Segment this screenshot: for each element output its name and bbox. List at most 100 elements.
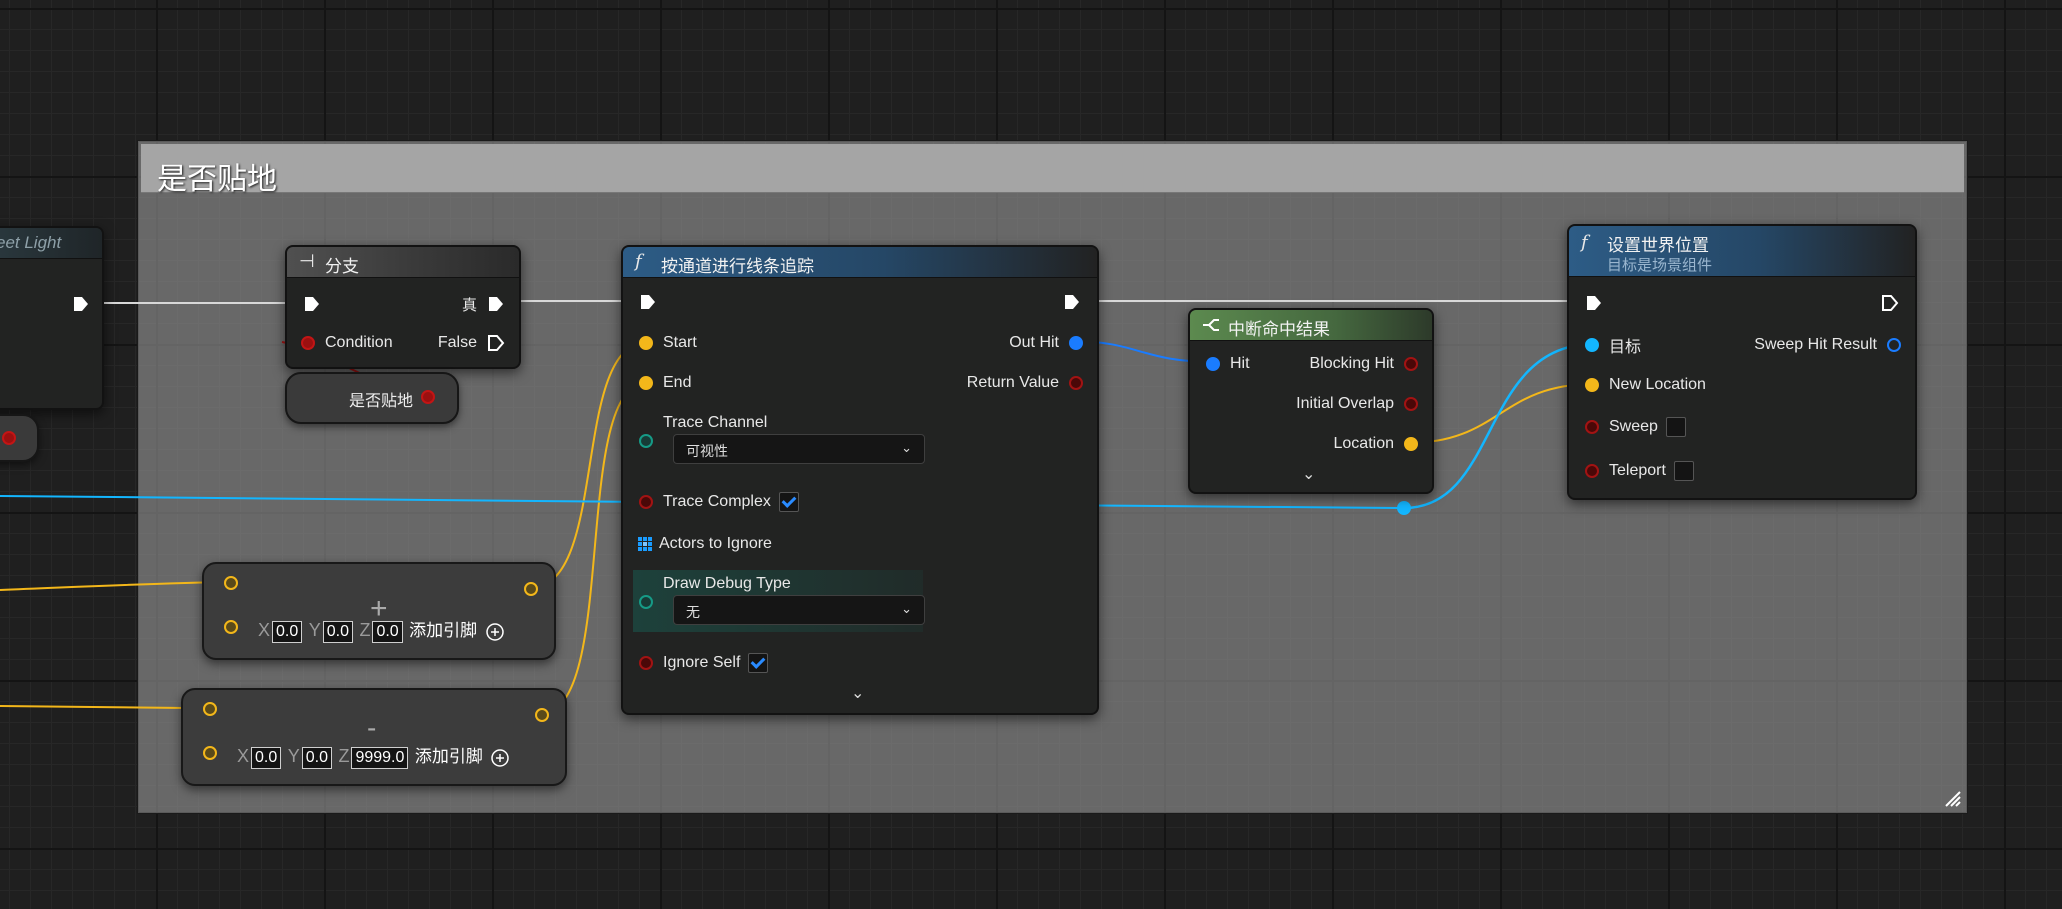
trace-complex-pin[interactable]: [639, 495, 653, 509]
sweep-hit-result-row[interactable]: Sweep Hit Result: [1754, 333, 1901, 357]
break-hit-header[interactable]: 中断命中结果: [1190, 310, 1432, 341]
false-label: False: [437, 334, 477, 351]
y-field[interactable]: 0.0: [301, 747, 332, 769]
line-trace-title: 按通道进行线条追踪: [661, 257, 814, 276]
x-label: X: [237, 746, 250, 766]
line-trace-node[interactable]: f 按通道进行线条追踪 Start Out Hit End Return Val…: [621, 245, 1099, 715]
trace-channel-dropdown[interactable]: 可视性 ⌄: [673, 434, 925, 464]
branch-node[interactable]: ⊣ 分支 真 Condition False: [285, 245, 521, 369]
sweep-row[interactable]: Sweep: [1585, 415, 1686, 439]
add-pin-label[interactable]: 添加引脚: [415, 747, 483, 766]
vector-a-pin[interactable]: [203, 702, 217, 716]
exec-true-pin[interactable]: [487, 295, 505, 313]
draw-debug-dropdown[interactable]: 无 ⌄: [673, 595, 925, 625]
target-label: 目标: [1609, 339, 1642, 356]
set-world-location-node[interactable]: f 设置世界位置 目标是场景组件 目标 Sweep Hit Result New…: [1567, 224, 1917, 500]
add-pin-icon[interactable]: [491, 749, 510, 767]
start-row[interactable]: Start: [639, 331, 697, 355]
trace-complex-checkbox[interactable]: [778, 492, 799, 512]
new-location-row[interactable]: New Location: [1585, 373, 1706, 397]
bool-out-pin[interactable]: [2, 431, 16, 445]
z-field[interactable]: 0.0: [372, 621, 403, 643]
vector-add-node[interactable]: + X 0.0 Y 0.0 Z 0.0 添加引脚: [202, 562, 556, 660]
add-pin-icon[interactable]: [485, 623, 504, 641]
sweep-checkbox[interactable]: [1665, 417, 1686, 437]
draw-debug-row: Draw Debug Type: [639, 572, 791, 609]
teleport-checkbox[interactable]: [1673, 461, 1694, 481]
x-field[interactable]: 0.0: [251, 747, 282, 769]
end-pin[interactable]: [639, 376, 653, 390]
exec-out-pin[interactable]: [1881, 294, 1899, 317]
function-icon: f: [635, 251, 642, 272]
exec-in-pin[interactable]: [639, 293, 657, 316]
new-location-pin[interactable]: [1585, 378, 1599, 392]
vector-result-pin[interactable]: [535, 708, 549, 722]
expand-pins-icon[interactable]: ⌄: [1302, 464, 1315, 484]
variable-out-pin[interactable]: [421, 390, 435, 404]
vector-b-pin[interactable]: [224, 620, 238, 634]
comment-title[interactable]: 是否贴地: [157, 154, 277, 198]
initial-overlap-pin[interactable]: [1404, 397, 1418, 411]
line-trace-header[interactable]: f 按通道进行线条追踪: [623, 247, 1097, 278]
blocking-hit-row[interactable]: Blocking Hit: [1310, 352, 1418, 376]
location-pin[interactable]: [1404, 437, 1418, 451]
actors-to-ignore-label: Actors to Ignore: [659, 535, 772, 552]
target-pin[interactable]: [1585, 338, 1599, 352]
return-value-row[interactable]: Return Value: [967, 371, 1083, 395]
exec-out-pin[interactable]: [1063, 293, 1081, 316]
left-stub-node[interactable]: eet Light: [0, 226, 104, 410]
exec-in-pin[interactable]: [303, 295, 321, 318]
exec-out-pin[interactable]: [72, 295, 90, 318]
out-hit-label: Out Hit: [1009, 334, 1059, 351]
initial-overlap-row[interactable]: Initial Overlap: [1296, 392, 1418, 416]
resize-grip-icon[interactable]: [1942, 788, 1962, 808]
hit-row[interactable]: Hit: [1206, 352, 1250, 376]
array-pin-icon[interactable]: [637, 536, 653, 552]
out-hit-pin[interactable]: [1069, 336, 1083, 350]
vector-a-pin[interactable]: [224, 576, 238, 590]
sweep-hit-result-pin[interactable]: [1887, 338, 1901, 352]
ignore-self-checkbox[interactable]: [748, 653, 769, 673]
false-exec-row[interactable]: False: [438, 331, 505, 355]
actors-to-ignore-row[interactable]: Actors to Ignore: [637, 532, 772, 556]
y-field[interactable]: 0.0: [322, 621, 353, 643]
branch-header[interactable]: ⊣ 分支: [287, 247, 519, 278]
return-value-pin[interactable]: [1069, 376, 1083, 390]
location-row[interactable]: Location: [1334, 432, 1418, 456]
add-pin-label[interactable]: 添加引脚: [409, 621, 477, 640]
vector-b-pin[interactable]: [203, 746, 217, 760]
break-hit-node[interactable]: 中断命中结果 Hit Blocking Hit Initial Overlap …: [1188, 308, 1434, 494]
end-row[interactable]: End: [639, 371, 691, 395]
exec-false-pin[interactable]: [487, 334, 505, 352]
expand-advanced-icon[interactable]: ⌄: [851, 683, 864, 703]
vector-subtract-node[interactable]: - X 0.0 Y 0.0 Z 9999.0 添加引脚: [181, 688, 567, 786]
sweep-pin[interactable]: [1585, 420, 1599, 434]
draw-debug-pin[interactable]: [639, 595, 653, 609]
teleport-pin[interactable]: [1585, 464, 1599, 478]
hit-in-pin[interactable]: [1206, 357, 1220, 371]
out-hit-row[interactable]: Out Hit: [1009, 331, 1083, 355]
condition-row[interactable]: Condition: [301, 331, 393, 355]
exec-in-pin[interactable]: [1585, 294, 1603, 317]
blocking-hit-pin[interactable]: [1404, 357, 1418, 371]
set-world-location-title: 设置世界位置: [1607, 236, 1709, 255]
left-bool-var-node[interactable]: [0, 414, 39, 462]
trace-complex-row[interactable]: Trace Complex: [639, 490, 799, 514]
comment-header[interactable]: 是否贴地: [141, 144, 1964, 196]
x-field[interactable]: 0.0: [272, 621, 303, 643]
ignore-self-pin[interactable]: [639, 656, 653, 670]
set-world-location-header[interactable]: f 设置世界位置 目标是场景组件: [1569, 226, 1915, 277]
return-value-label: Return Value: [966, 374, 1059, 391]
z-field[interactable]: 9999.0: [351, 747, 409, 769]
trace-channel-pin[interactable]: [639, 434, 653, 448]
ignore-self-row[interactable]: Ignore Self: [639, 651, 769, 675]
branch-icon: ⊣: [299, 251, 315, 272]
target-row[interactable]: 目标: [1585, 333, 1641, 357]
true-exec-row[interactable]: 真: [462, 292, 505, 316]
left-stub-header[interactable]: eet Light: [0, 228, 102, 259]
teleport-row[interactable]: Teleport: [1585, 459, 1694, 483]
condition-pin[interactable]: [301, 336, 315, 350]
variable-getter-node[interactable]: 是否贴地: [285, 372, 459, 424]
vector-result-pin[interactable]: [524, 582, 538, 596]
start-pin[interactable]: [639, 336, 653, 350]
